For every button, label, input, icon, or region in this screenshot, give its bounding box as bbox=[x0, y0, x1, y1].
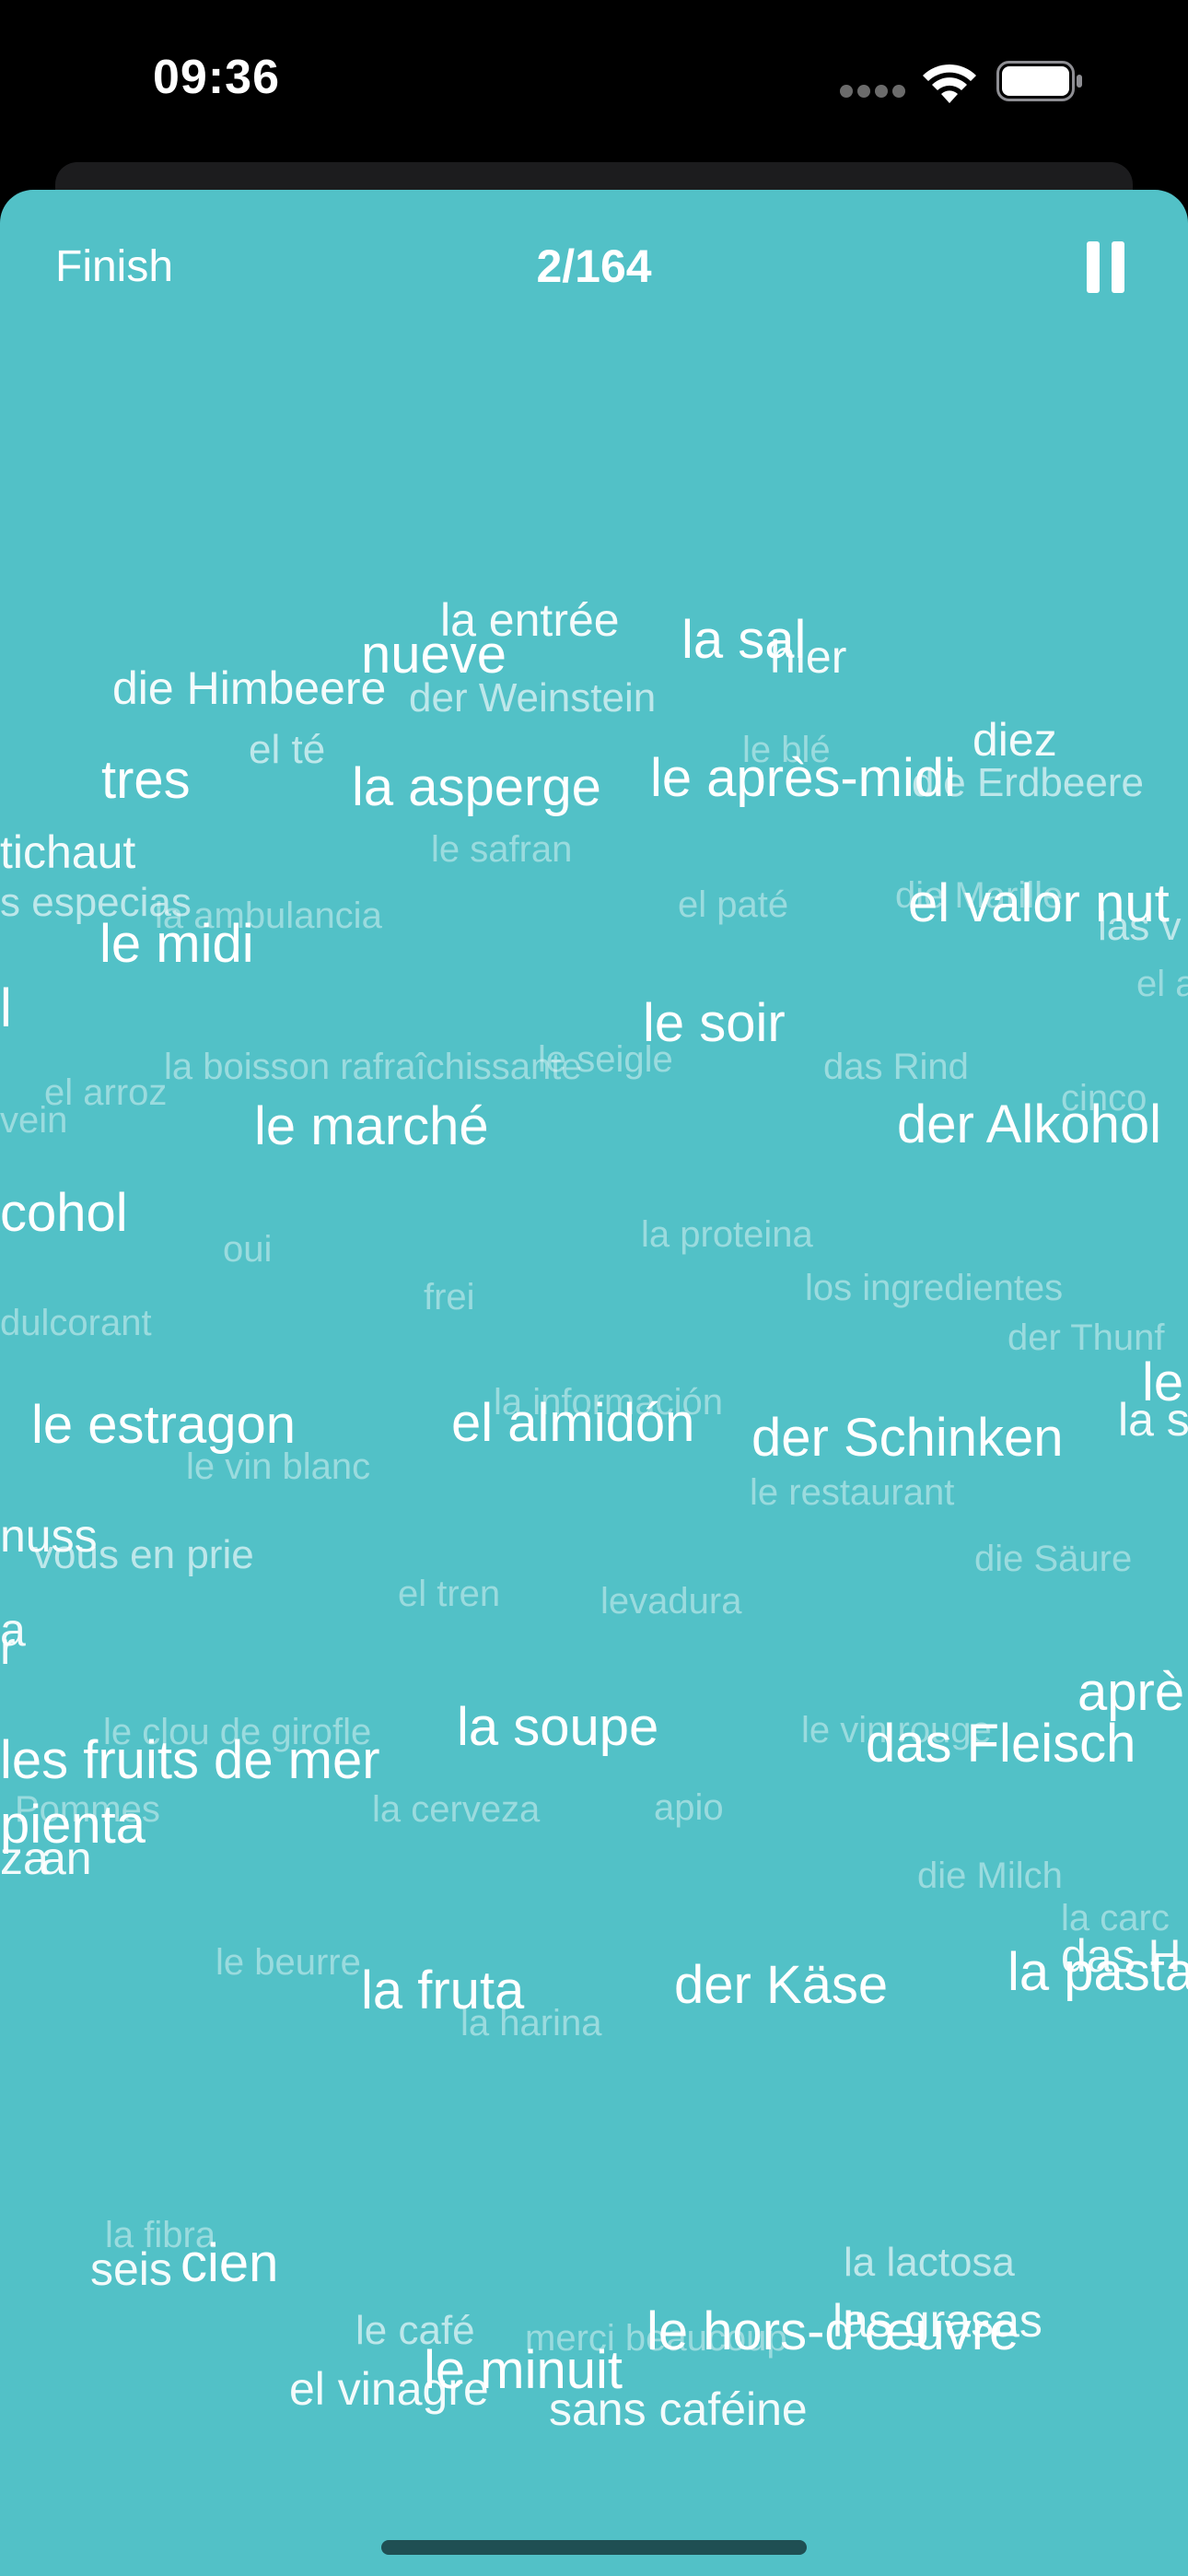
cloud-word[interactable]: levadura bbox=[600, 1583, 741, 1620]
cloud-word[interactable]: le beurre bbox=[215, 1944, 361, 1981]
cloud-word[interactable]: le safran bbox=[431, 831, 572, 868]
cloud-word[interactable]: la s bbox=[1118, 1397, 1188, 1443]
cloud-word[interactable]: le midi bbox=[99, 918, 254, 971]
cloud-word[interactable]: las grasas bbox=[833, 2298, 1042, 2344]
cloud-word[interactable]: la pasta bbox=[1007, 1946, 1188, 1999]
cloud-word[interactable]: le estragon bbox=[31, 1399, 296, 1452]
cloud-word[interactable]: cien bbox=[181, 2237, 278, 2290]
cloud-word[interactable]: vous en prie bbox=[33, 1535, 254, 1575]
cloud-word[interactable]: der Alkohol bbox=[897, 1098, 1161, 1152]
cloud-word[interactable]: la soupe bbox=[457, 1701, 658, 1754]
cloud-word[interactable]: la cerveza bbox=[372, 1791, 540, 1828]
cloud-word[interactable]: sans caféine bbox=[549, 2386, 808, 2432]
cloud-word[interactable]: die Himbeere bbox=[112, 665, 386, 711]
cellular-signal-icon bbox=[840, 85, 906, 98]
word-cloud: la entrée nueve la sal hier die Himbeere… bbox=[0, 190, 1188, 2576]
cloud-word[interactable]: les fruits de mer bbox=[0, 1734, 380, 1787]
cloud-word[interactable]: la lactosa bbox=[844, 2242, 1015, 2283]
cloud-word[interactable]: die Säure bbox=[974, 1540, 1132, 1577]
status-bar: 09:36 bbox=[0, 0, 1188, 161]
cloud-word[interactable]: el a bbox=[1136, 966, 1188, 1002]
cloud-word[interactable]: le après-midi bbox=[650, 752, 956, 805]
cloud-word[interactable]: an bbox=[41, 1835, 92, 1881]
cloud-word[interactable]: le seigle bbox=[538, 1041, 673, 1078]
cloud-word[interactable]: diez bbox=[973, 717, 1057, 763]
cloud-word[interactable]: oui bbox=[223, 1231, 272, 1268]
cloud-word[interactable]: le marché bbox=[254, 1100, 489, 1153]
cloud-word[interactable]: tichaut bbox=[0, 829, 135, 875]
cloud-word[interactable]: le vin blanc bbox=[186, 1448, 370, 1485]
cloud-word[interactable]: das Rind bbox=[823, 1048, 969, 1085]
cloud-word[interactable]: der Schinken bbox=[751, 1411, 1064, 1465]
cloud-word[interactable]: der Käse bbox=[674, 1959, 888, 2012]
cloud-word[interactable]: r bbox=[0, 1625, 16, 1671]
cloud-word[interactable]: el tren bbox=[398, 1575, 500, 1612]
word-cloud-sheet: Finish 2/164 la entrée nueve la sal hier… bbox=[0, 190, 1188, 2576]
cloud-word[interactable]: la proteina bbox=[641, 1216, 813, 1253]
cloud-word[interactable]: tres bbox=[101, 754, 191, 807]
status-time: 09:36 bbox=[153, 51, 280, 104]
cloud-word[interactable]: la asperge bbox=[352, 761, 601, 814]
cloud-word[interactable]: aprè bbox=[1077, 1666, 1184, 1719]
cloud-word[interactable]: la harina bbox=[460, 2005, 601, 2042]
cloud-word[interactable]: el té bbox=[249, 730, 325, 770]
cloud-word[interactable]: der Weinstein bbox=[409, 678, 656, 719]
cloud-word[interactable]: la boisson rafraîchissante bbox=[164, 1048, 582, 1085]
cloud-word[interactable]: le restaurant bbox=[750, 1474, 954, 1511]
battery-icon bbox=[996, 61, 1082, 101]
cloud-word[interactable]: die Milch bbox=[917, 1857, 1063, 1894]
cloud-word[interactable]: frei bbox=[424, 1279, 475, 1316]
cloud-word[interactable]: la información bbox=[494, 1384, 723, 1421]
cloud-word[interactable]: die Erdbeere bbox=[912, 763, 1144, 803]
cloud-word[interactable]: las v bbox=[1098, 907, 1181, 947]
cloud-word[interactable]: das Fleisch bbox=[866, 1717, 1136, 1771]
cloud-word[interactable]: vein bbox=[0, 1102, 67, 1139]
cloud-word[interactable]: apio bbox=[654, 1789, 724, 1826]
cloud-word[interactable]: cohol bbox=[0, 1187, 128, 1240]
cloud-word[interactable]: dulcorant bbox=[0, 1305, 152, 1341]
cloud-word[interactable]: el paté bbox=[678, 886, 788, 923]
cloud-word[interactable]: los ingredientes bbox=[805, 1270, 1063, 1306]
wifi-icon bbox=[923, 64, 976, 103]
home-indicator[interactable] bbox=[381, 2540, 807, 2555]
cloud-word[interactable]: l bbox=[0, 982, 12, 1036]
cloud-word[interactable]: hier bbox=[770, 634, 846, 680]
cloud-word[interactable]: seis bbox=[90, 2246, 172, 2292]
cloud-word[interactable]: der Thunf bbox=[1007, 1319, 1165, 1356]
